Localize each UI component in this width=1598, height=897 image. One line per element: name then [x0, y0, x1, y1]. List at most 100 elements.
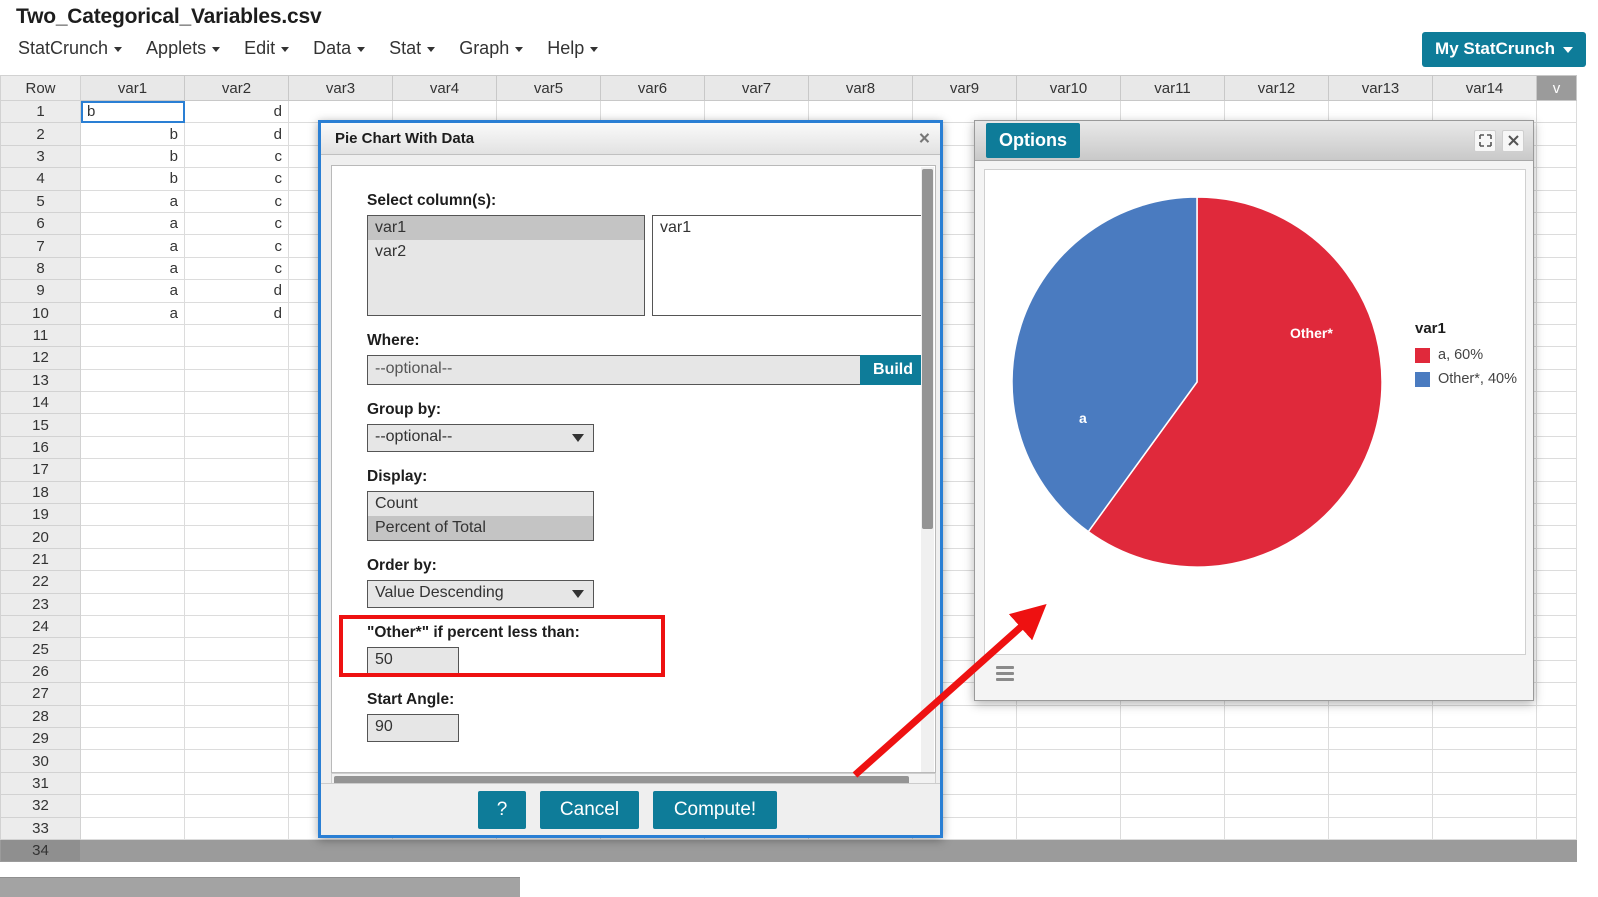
row-header[interactable]: 15: [0, 413, 81, 437]
cell-var1-24[interactable]: [80, 614, 185, 639]
row-header[interactable]: 10: [0, 301, 81, 325]
menu-item-help[interactable]: Help: [543, 36, 608, 61]
cell-v-19[interactable]: [1536, 503, 1577, 527]
cell-v-33[interactable]: [1536, 816, 1577, 840]
cell-var2-10[interactable]: d: [184, 301, 289, 325]
row-header[interactable]: 25: [0, 637, 81, 661]
cell-v-8[interactable]: [1536, 256, 1577, 281]
cell-v-32[interactable]: [1536, 794, 1577, 818]
column-header-v[interactable]: v: [1536, 75, 1577, 101]
menu-item-applets[interactable]: Applets: [142, 36, 230, 61]
where-input[interactable]: --optional--: [367, 355, 860, 385]
cell-var2-27[interactable]: [184, 682, 289, 706]
row-header[interactable]: 31: [0, 771, 81, 796]
cell-var11-28[interactable]: [1120, 704, 1225, 728]
cell-var2-20[interactable]: [184, 525, 289, 549]
cell-var1-21[interactable]: [80, 547, 185, 572]
row-header[interactable]: 3: [0, 144, 81, 169]
row-header[interactable]: 16: [0, 435, 81, 460]
cell-var10-34[interactable]: [1016, 838, 1121, 863]
chart-options-button[interactable]: Options: [986, 123, 1080, 158]
row-header[interactable]: 18: [0, 480, 81, 505]
cell-var11-33[interactable]: [1120, 816, 1225, 840]
cell-var11-30[interactable]: [1120, 749, 1225, 773]
row-header[interactable]: 4: [0, 167, 81, 191]
cell-var2-8[interactable]: c: [184, 256, 289, 281]
cell-var4-34[interactable]: [392, 838, 497, 863]
cell-var12-29[interactable]: [1224, 726, 1329, 751]
cell-var6-34[interactable]: [600, 838, 705, 863]
cell-var1-6[interactable]: a: [80, 211, 185, 236]
column-header-var12[interactable]: var12: [1224, 75, 1329, 101]
cell-var2-6[interactable]: c: [184, 211, 289, 236]
cell-var13-29[interactable]: [1328, 726, 1433, 751]
cell-var2-4[interactable]: c: [184, 167, 289, 191]
spreadsheet-horizontal-scrollbar[interactable]: [0, 877, 520, 897]
cell-v-16[interactable]: [1536, 435, 1577, 460]
cell-v-2[interactable]: [1536, 122, 1577, 146]
column-header-var8[interactable]: var8: [808, 75, 913, 101]
cell-v-25[interactable]: [1536, 637, 1577, 661]
cell-v-20[interactable]: [1536, 525, 1577, 549]
cell-var1-32[interactable]: [80, 794, 185, 818]
cell-v-31[interactable]: [1536, 771, 1577, 796]
dialog-vertical-scrollbar[interactable]: [921, 167, 934, 772]
cell-var1-12[interactable]: [80, 346, 185, 370]
cell-var2-33[interactable]: [184, 816, 289, 840]
available-column-option[interactable]: var1: [368, 216, 644, 240]
cell-var2-25[interactable]: [184, 637, 289, 661]
compute-button[interactable]: Compute!: [653, 790, 777, 829]
row-header[interactable]: 7: [0, 234, 81, 258]
cell-var2-34[interactable]: [184, 838, 289, 863]
cell-var12-32[interactable]: [1224, 794, 1329, 818]
row-header[interactable]: 5: [0, 189, 81, 213]
cell-var2-28[interactable]: [184, 704, 289, 728]
cell-var2-11[interactable]: [184, 323, 289, 348]
menu-item-stat[interactable]: Stat: [385, 36, 445, 61]
cell-v-17[interactable]: [1536, 458, 1577, 482]
cell-var10-29[interactable]: [1016, 726, 1121, 751]
cell-var1-17[interactable]: [80, 458, 185, 482]
group-by-select[interactable]: --optional--: [367, 424, 594, 452]
cell-v-22[interactable]: [1536, 570, 1577, 594]
chosen-column-option[interactable]: var1: [653, 216, 929, 240]
close-icon[interactable]: [1502, 129, 1524, 152]
cell-v-9[interactable]: [1536, 279, 1577, 303]
row-header[interactable]: 30: [0, 749, 81, 773]
display-listbox[interactable]: Count Percent of Total: [367, 491, 594, 541]
column-header-var13[interactable]: var13: [1328, 75, 1433, 101]
cell-var11-29[interactable]: [1120, 726, 1225, 751]
cell-var2-5[interactable]: c: [184, 189, 289, 213]
cell-var1-5[interactable]: a: [80, 189, 185, 213]
column-header-var10[interactable]: var10: [1016, 75, 1121, 101]
cell-var10-31[interactable]: [1016, 771, 1121, 796]
cell-var14-28[interactable]: [1432, 704, 1537, 728]
row-header[interactable]: 22: [0, 570, 81, 594]
cell-var1-30[interactable]: [80, 749, 185, 773]
cell-var7-34[interactable]: [704, 838, 809, 863]
cell-v-10[interactable]: [1536, 301, 1577, 325]
cell-var2-13[interactable]: [184, 368, 289, 393]
cell-var10-32[interactable]: [1016, 794, 1121, 818]
cell-var13-28[interactable]: [1328, 704, 1433, 728]
cell-var13-32[interactable]: [1328, 794, 1433, 818]
cell-var2-17[interactable]: [184, 458, 289, 482]
cell-var1-8[interactable]: a: [80, 256, 185, 281]
cell-v-4[interactable]: [1536, 167, 1577, 191]
row-header[interactable]: 8: [0, 256, 81, 281]
menu-item-data[interactable]: Data: [309, 36, 375, 61]
column-header-var14[interactable]: var14: [1432, 75, 1537, 101]
cell-var13-34[interactable]: [1328, 838, 1433, 863]
cell-v-7[interactable]: [1536, 234, 1577, 258]
cell-v-14[interactable]: [1536, 391, 1577, 415]
row-header[interactable]: 21: [0, 547, 81, 572]
cell-var1-15[interactable]: [80, 413, 185, 437]
cell-var10-28[interactable]: [1016, 704, 1121, 728]
column-header-var5[interactable]: var5: [496, 75, 601, 101]
start-angle-input[interactable]: 90: [367, 714, 459, 742]
cell-var12-34[interactable]: [1224, 838, 1329, 863]
cell-var2-16[interactable]: [184, 435, 289, 460]
cell-var14-34[interactable]: [1432, 838, 1537, 863]
cell-var2-7[interactable]: c: [184, 234, 289, 258]
cell-var1-34[interactable]: [80, 838, 185, 863]
